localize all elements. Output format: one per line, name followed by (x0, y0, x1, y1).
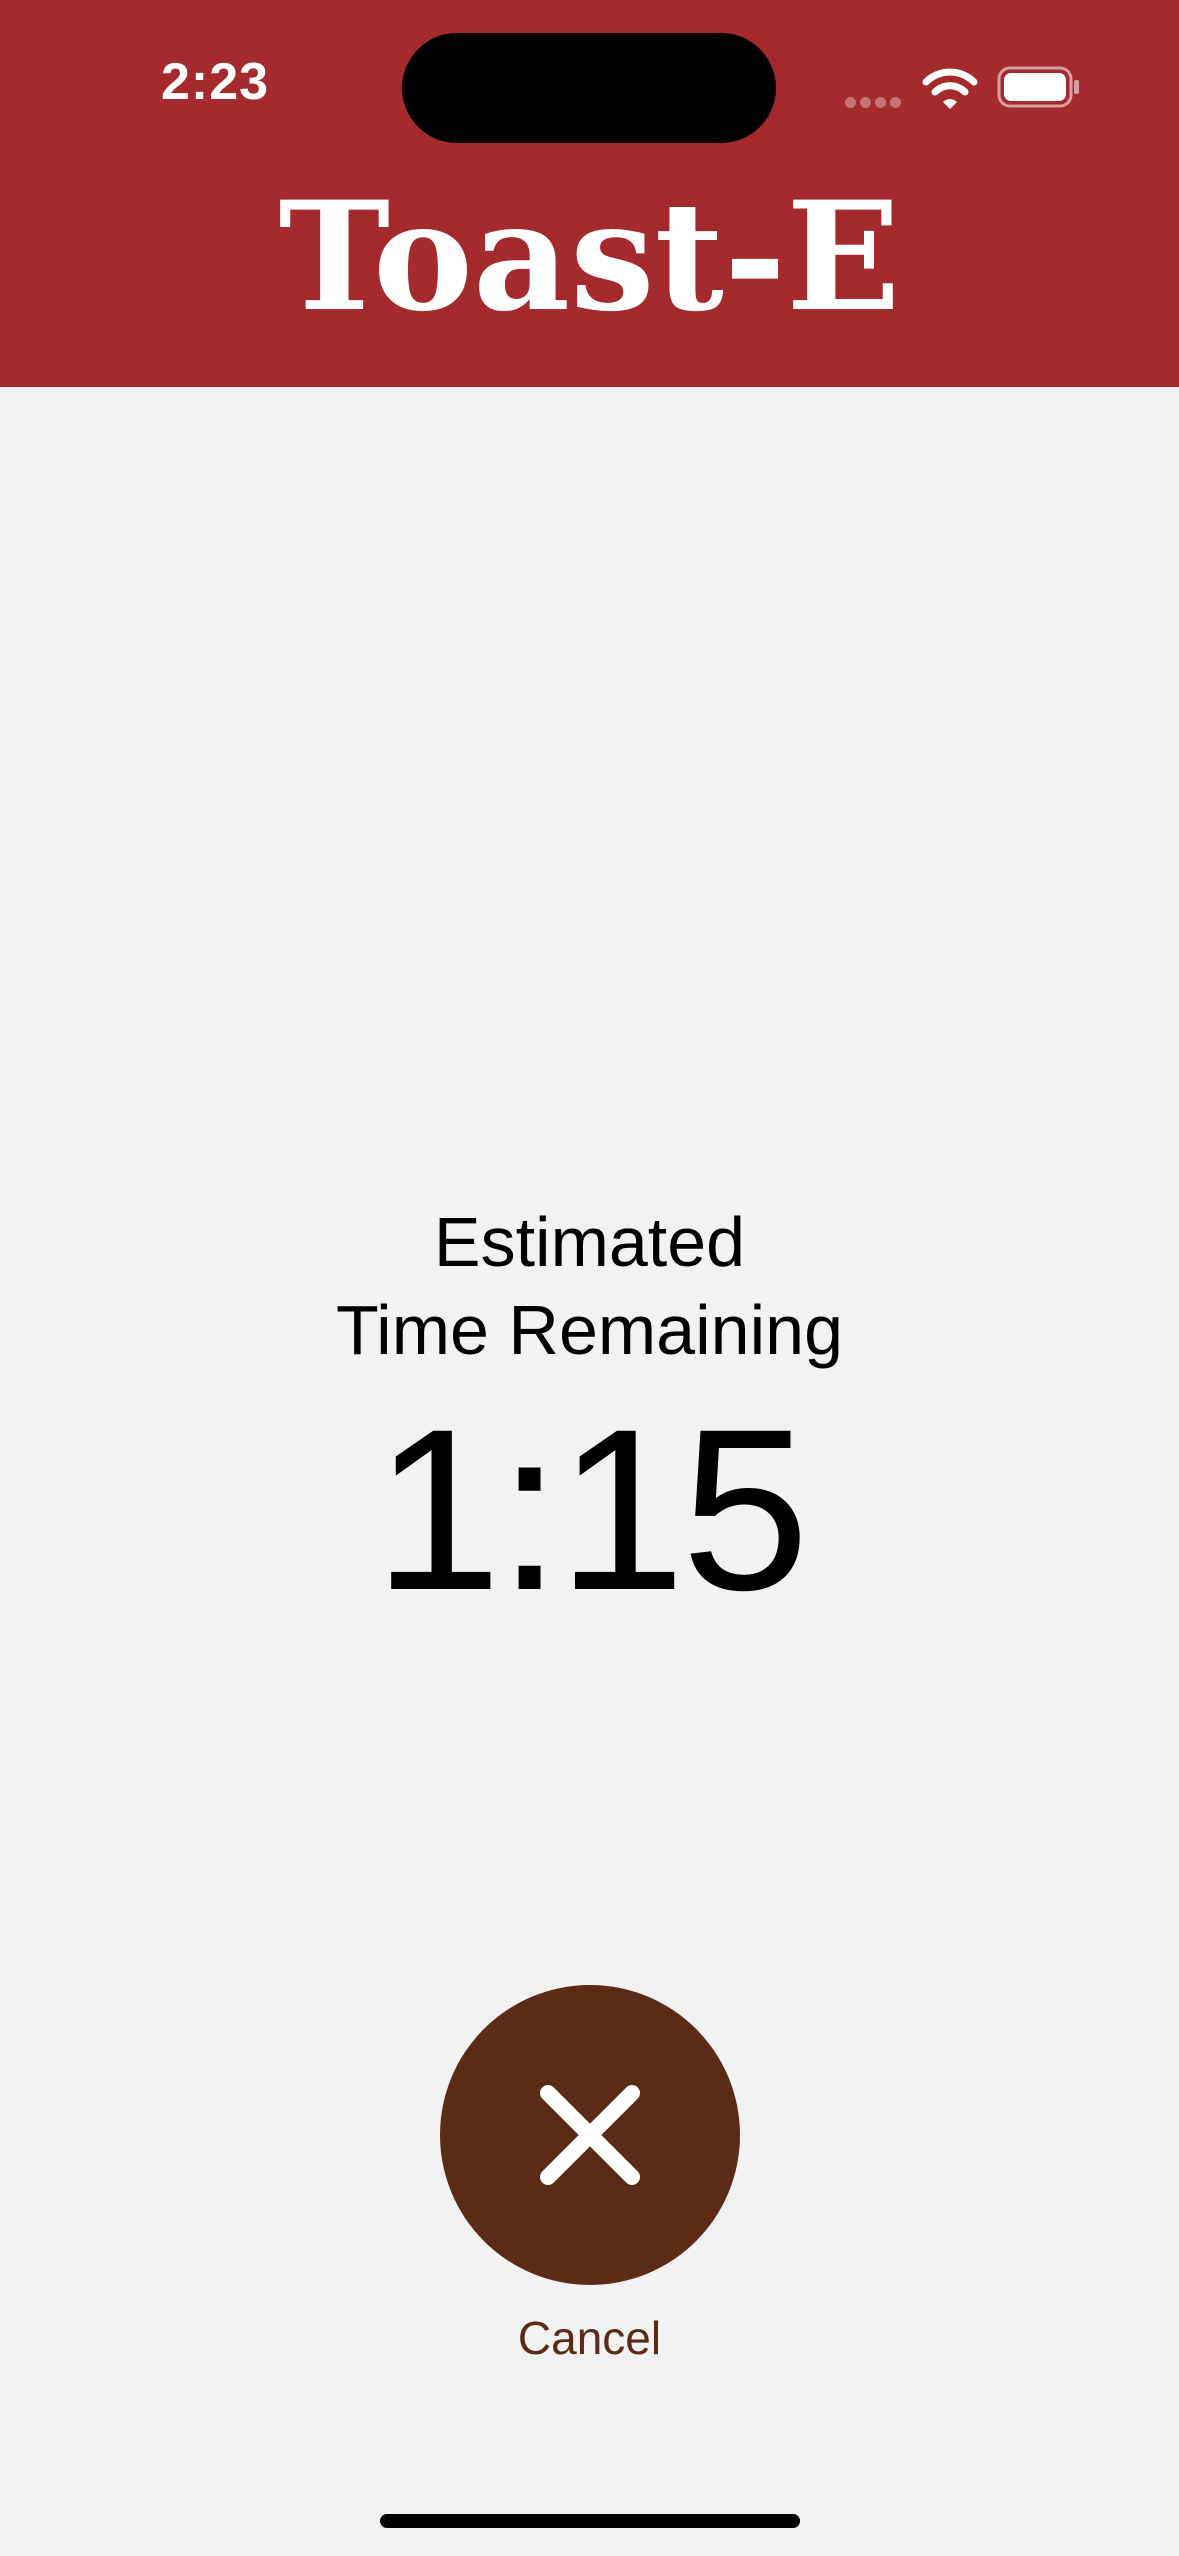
home-indicator[interactable] (380, 2514, 800, 2528)
estimated-label-line1: Estimated (433, 1203, 746, 1281)
cancel-label: Cancel (517, 2312, 662, 2364)
estimated-time-label: Estimated Time Remaining (0, 1198, 1179, 1374)
close-icon (540, 2085, 640, 2185)
wifi-icon (922, 68, 978, 109)
cellular-signal-icon (845, 95, 905, 108)
cancel-button[interactable] (440, 1985, 740, 2285)
status-time: 2:23 (160, 53, 270, 111)
estimated-label-line2: Time Remaining (335, 1291, 844, 1369)
dynamic-island (402, 33, 776, 143)
app-header: 2:23 Toast-E (0, 0, 1179, 387)
battery-icon (997, 66, 1079, 108)
app-title: Toast-E (278, 169, 901, 345)
countdown-timer: 1:15 (373, 1381, 810, 1638)
